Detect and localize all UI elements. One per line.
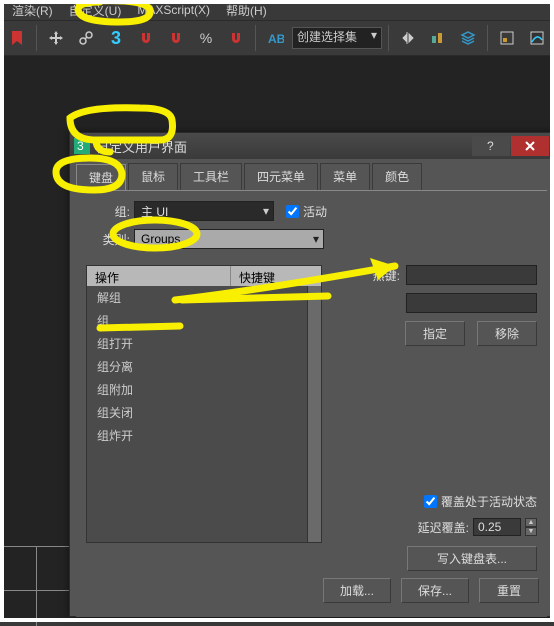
tab-color[interactable]: 颜色 (372, 163, 422, 190)
menu-customize[interactable]: 自定义(U) (61, 0, 130, 21)
app-icon: 3 (74, 138, 90, 154)
tab-quad[interactable]: 四元菜单 (244, 163, 318, 190)
category-label: 类别: (86, 231, 130, 248)
remove-button[interactable]: 移除 (477, 321, 537, 346)
link-icon[interactable] (73, 24, 99, 52)
list-item[interactable]: 组打开 (87, 332, 321, 355)
load-button[interactable]: 加载... (323, 578, 391, 603)
magnet3-icon[interactable] (223, 24, 249, 52)
list-item[interactable]: 组炸开 (87, 424, 321, 447)
menu-render[interactable]: 渲染(R) (4, 0, 61, 21)
column-action[interactable]: 操作 (87, 266, 231, 286)
svg-text:3: 3 (77, 139, 84, 153)
save-button[interactable]: 保存... (401, 578, 469, 603)
list-item[interactable]: 组关闭 (87, 401, 321, 424)
magnet2-icon[interactable] (163, 24, 189, 52)
list-scrollbar[interactable] (307, 286, 321, 542)
move-icon[interactable] (43, 24, 69, 52)
percent-icon[interactable]: % (193, 24, 219, 52)
close-button[interactable] (511, 136, 549, 156)
assigned-to-input[interactable] (406, 293, 537, 313)
hotkey-input[interactable] (406, 265, 537, 285)
mirror-icon[interactable] (395, 24, 421, 52)
layers-icon[interactable] (455, 24, 481, 52)
dialog-tabs: 键盘 鼠标 工具栏 四元菜单 菜单 颜色 (70, 159, 553, 190)
action-list: 操作 快捷键 解组 组 组打开 组分离 组附加 组关闭 组炸开 (86, 265, 322, 543)
magnet1-icon[interactable] (133, 24, 159, 52)
tab-mouse[interactable]: 鼠标 (128, 163, 178, 190)
group-label: 组: (86, 203, 130, 220)
assign-button[interactable]: 指定 (405, 321, 465, 346)
override-checkbox[interactable]: 覆盖处于活动状态 (407, 493, 537, 510)
column-shortcut[interactable]: 快捷键 (231, 266, 321, 286)
help-button[interactable]: ? (472, 136, 510, 156)
delay-field[interactable] (473, 518, 521, 536)
dialog-title: 自定义用户界面 (96, 137, 471, 156)
curve-editor-icon[interactable] (524, 24, 550, 52)
list-item[interactable]: 解组 (87, 286, 321, 309)
category-dropdown[interactable]: Groups (134, 229, 324, 249)
write-keyboard-button[interactable]: 写入键盘表... (407, 546, 537, 571)
selection-set-dropdown[interactable]: 创建选择集 (292, 27, 382, 49)
tab-toolbar[interactable]: 工具栏 (180, 163, 242, 190)
menu-maxscript[interactable]: MAXScript(X) (129, 1, 218, 19)
group-dropdown[interactable]: 主 UI (134, 201, 274, 221)
svg-text:?: ? (487, 139, 494, 153)
delay-spinner[interactable]: ▲▼ (525, 518, 537, 536)
hotkey-label: 热键: (336, 267, 400, 284)
align-icon[interactable] (425, 24, 451, 52)
bookmark-icon[interactable] (4, 24, 30, 52)
list-item[interactable]: 组 (87, 309, 321, 332)
num3-icon[interactable]: 3 (103, 24, 129, 52)
svg-text:ABC: ABC (268, 32, 284, 46)
active-checkbox[interactable]: 活动 (286, 203, 327, 220)
tab-menu[interactable]: 菜单 (320, 163, 370, 190)
action-list-body[interactable]: 解组 组 组打开 组分离 组附加 组关闭 组炸开 (87, 286, 321, 542)
text-icon[interactable]: ABC (262, 24, 288, 52)
list-item[interactable]: 组分离 (87, 355, 321, 378)
tab-keyboard[interactable]: 键盘 (76, 164, 126, 191)
delay-label: 延迟覆盖: (418, 519, 469, 536)
reset-button[interactable]: 重置 (479, 578, 539, 603)
customize-ui-dialog: 3 自定义用户界面 ? 键盘 鼠标 工具栏 四元菜单 菜单 颜色 组: 主 UI… (69, 132, 554, 617)
scene-explorer-icon[interactable] (494, 24, 520, 52)
list-item[interactable]: 组附加 (87, 378, 321, 401)
menu-help[interactable]: 帮助(H) (218, 0, 275, 21)
main-toolbar: 3 % ABC 创建选择集 (0, 20, 554, 56)
